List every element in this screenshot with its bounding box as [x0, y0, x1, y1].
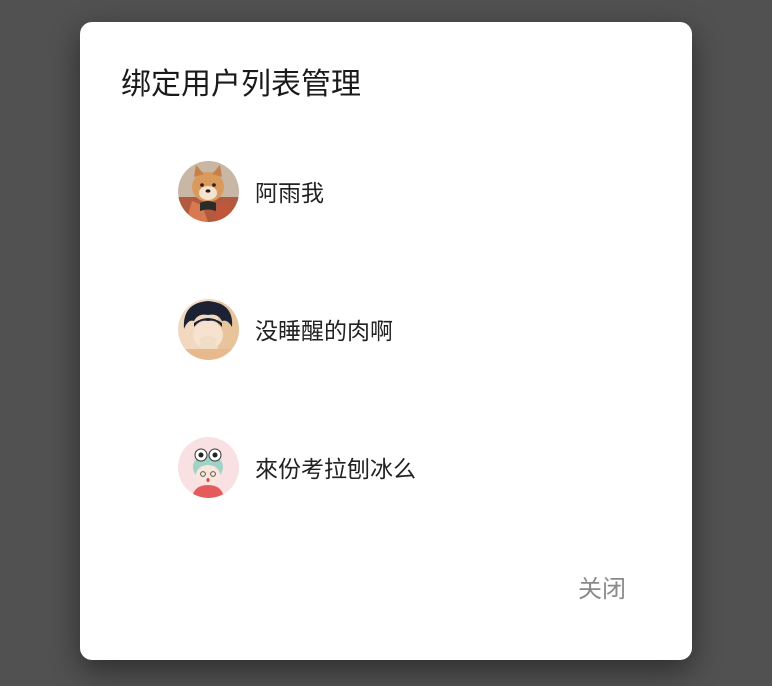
user-name: 没睡醒的肉啊 — [255, 319, 393, 345]
anime-boy-avatar-icon — [178, 298, 239, 360]
shiba-dog-avatar-icon — [178, 160, 239, 222]
user-list-item[interactable]: 阿雨我 — [178, 160, 638, 222]
user-name: 阿雨我 — [255, 181, 324, 207]
user-list-item[interactable]: 來份考拉刨冰么 — [178, 436, 638, 498]
bound-users-dialog: 绑定用户列表管理 阿雨我 没睡醒的肉啊 來份考拉刨冰么 关闭 — [80, 22, 692, 660]
dialog-title: 绑定用户列表管理 — [121, 67, 361, 102]
cartoon-frog-hat-avatar-icon — [178, 436, 239, 498]
user-list-item[interactable]: 没睡醒的肉啊 — [178, 298, 638, 360]
user-name: 來份考拉刨冰么 — [255, 457, 416, 483]
close-button[interactable]: 关闭 — [564, 566, 640, 606]
